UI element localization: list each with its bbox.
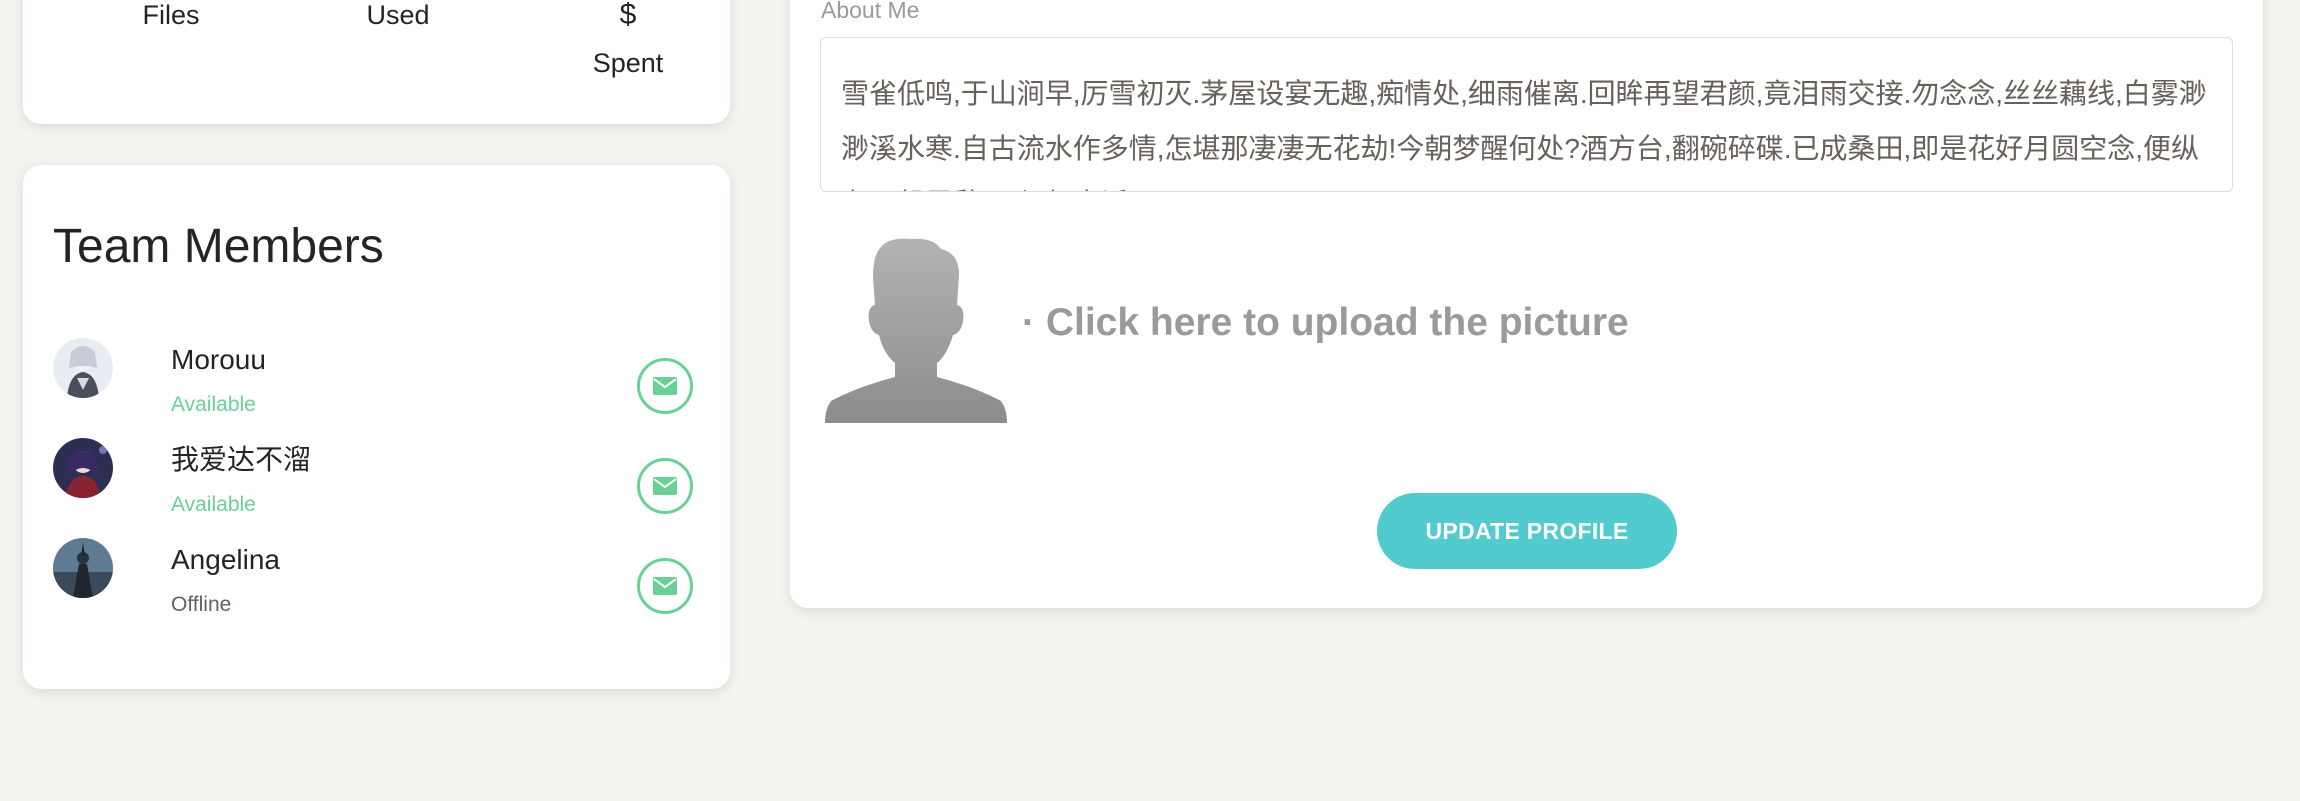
avatar-icon [53, 438, 113, 498]
envelope-icon [653, 577, 677, 595]
envelope-icon [653, 477, 677, 495]
update-profile-button[interactable]: UPDATE PROFILE [1377, 493, 1677, 569]
about-me-label: About Me [821, 0, 920, 23]
member-name: Morouu [171, 344, 266, 375]
stat-spent-symbol: $ [619, 0, 637, 31]
send-message-button[interactable] [637, 358, 693, 414]
stat-files-label: Files [142, 0, 200, 30]
member-status: Available [171, 393, 256, 416]
avatar-icon [53, 338, 113, 398]
avatar-icon [53, 538, 113, 598]
team-members-title: Team Members [53, 220, 384, 273]
member-status: Offline [171, 593, 232, 616]
member-name: Angelina [171, 544, 280, 575]
member-name: 我爱达不溜 [171, 444, 312, 475]
avatar [53, 538, 113, 598]
profile-picture-upload[interactable] [825, 237, 1007, 423]
send-message-button[interactable] [637, 558, 693, 614]
member-status: Available [171, 493, 256, 516]
team-member-row: Morouu Available [23, 338, 730, 428]
about-me-textarea[interactable]: 雪雀低鸣,于山涧早,厉雪初灭.茅屋设宴无趣,痴情处,细雨催离.回眸再望君颜,竟泪… [820, 37, 2233, 192]
team-members-card: Team Members Morouu Available 我爱达不溜 Avai… [23, 165, 730, 689]
edit-profile-card: About Me 雪雀低鸣,于山涧早,厉雪初灭.茅屋设宴无趣,痴情处,细雨催离.… [790, 0, 2263, 608]
stats-card: Files Used $ Spent [23, 0, 730, 124]
upload-picture-link[interactable]: · Click here to upload the picture [1022, 303, 1629, 342]
team-member-row: 我爱达不溜 Available [23, 438, 730, 528]
avatar [53, 438, 113, 498]
team-member-row: Angelina Offline [23, 538, 730, 628]
stat-spent-label: Spent [592, 48, 664, 78]
stat-used-label: Used [366, 0, 430, 30]
person-silhouette-icon [825, 238, 1007, 423]
send-message-button[interactable] [637, 458, 693, 514]
avatar [53, 338, 113, 398]
envelope-icon [653, 377, 677, 395]
